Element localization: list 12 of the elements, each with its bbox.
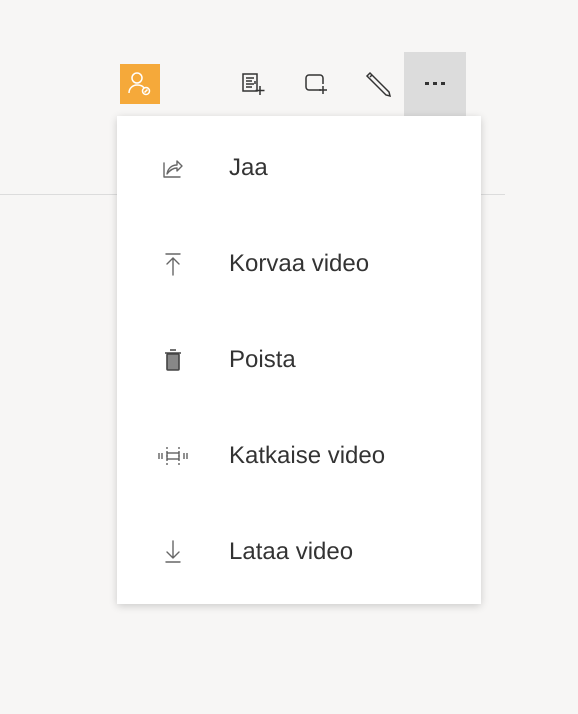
list-add-icon (241, 72, 265, 96)
ellipsis-icon (425, 82, 445, 86)
user-avatar-icon (120, 64, 160, 104)
pencil-icon (365, 70, 393, 98)
menu-item[interactable]: Poista (117, 312, 481, 408)
trim-icon (157, 446, 189, 466)
menu-item[interactable]: Jaa (117, 120, 481, 216)
menu-item[interactable]: Katkaise video (117, 408, 481, 504)
trash-icon (163, 348, 183, 372)
menu-item[interactable]: Lataa video (117, 504, 481, 600)
rectangle-add-icon (304, 72, 330, 96)
menu-item[interactable]: Korvaa video (117, 216, 481, 312)
